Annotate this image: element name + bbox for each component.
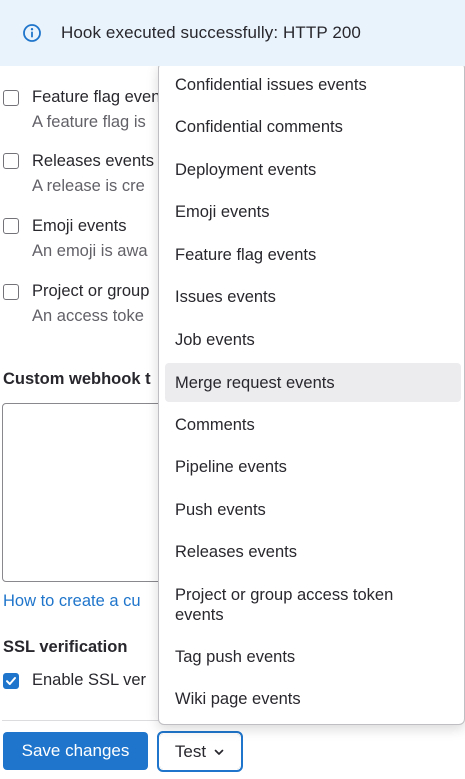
info-icon xyxy=(22,23,42,43)
check-icon xyxy=(6,677,16,685)
feature-flag-checkbox[interactable] xyxy=(3,90,19,106)
emoji-label: Emoji events xyxy=(32,217,127,235)
test-dropdown-button[interactable]: Test xyxy=(157,731,243,772)
dropdown-item-confidential-issues[interactable]: Confidential issues events xyxy=(165,66,461,104)
dropdown-item-deployment[interactable]: Deployment events xyxy=(165,151,461,189)
dropdown-item-feature-flag[interactable]: Feature flag events xyxy=(165,236,461,274)
test-event-dropdown: Confidential issues events Confidential … xyxy=(158,62,465,725)
releases-desc: A release is cre xyxy=(32,177,145,195)
custom-template-label: Custom webhook t xyxy=(3,370,151,388)
feature-flag-desc: A feature flag is xyxy=(32,113,146,131)
releases-label: Releases events xyxy=(32,152,154,170)
emoji-checkbox[interactable] xyxy=(3,218,19,234)
save-changes-button[interactable]: Save changes xyxy=(3,732,148,770)
chevron-down-icon xyxy=(213,746,225,758)
dropdown-item-push[interactable]: Push events xyxy=(165,491,461,529)
form-divider xyxy=(2,720,160,721)
dropdown-item-confidential-comments[interactable]: Confidential comments xyxy=(165,108,461,146)
access-token-label: Project or group xyxy=(32,282,150,300)
dropdown-item-wiki-page[interactable]: Wiki page events xyxy=(165,680,461,718)
dropdown-item-tag-push[interactable]: Tag push events xyxy=(165,638,461,676)
alert-message: Hook executed successfully: HTTP 200 xyxy=(61,23,361,42)
dropdown-item-access-token[interactable]: Project or group access token events xyxy=(165,577,425,633)
dropdown-item-releases[interactable]: Releases events xyxy=(165,533,461,571)
ssl-checkbox[interactable] xyxy=(3,673,19,689)
dropdown-item-pipeline[interactable]: Pipeline events xyxy=(165,448,461,486)
dropdown-item-merge-request[interactable]: Merge request events xyxy=(165,363,461,402)
dropdown-item-emoji[interactable]: Emoji events xyxy=(165,193,461,231)
template-help-link[interactable]: How to create a cu xyxy=(3,592,141,611)
dropdown-item-job[interactable]: Job events xyxy=(165,321,461,359)
dropdown-item-comments[interactable]: Comments xyxy=(165,406,461,444)
feature-flag-label: Feature flag events xyxy=(32,88,174,106)
success-alert: Hook executed successfully: HTTP 200 xyxy=(0,0,465,66)
access-token-checkbox[interactable] xyxy=(3,284,19,300)
access-token-desc: An access toke xyxy=(32,307,144,325)
dropdown-item-issues[interactable]: Issues events xyxy=(165,278,461,316)
ssl-verification-label: SSL verification xyxy=(3,638,128,656)
test-button-label: Test xyxy=(174,741,207,761)
ssl-checkbox-label: Enable SSL ver xyxy=(32,671,147,689)
releases-checkbox[interactable] xyxy=(3,153,19,169)
emoji-desc: An emoji is awa xyxy=(32,242,148,260)
